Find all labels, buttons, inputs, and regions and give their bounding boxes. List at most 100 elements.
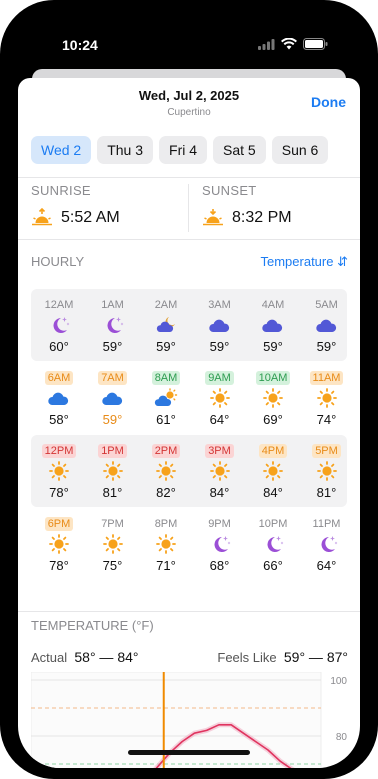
hour-cell[interactable]: 11PM 64° (302, 508, 352, 580)
hour-label: 12PM (41, 444, 77, 458)
divider (18, 611, 360, 612)
hour-temp: 84° (263, 485, 283, 500)
hour-cell[interactable]: 2PM 82° (141, 435, 191, 507)
hour-cell[interactable]: 2AM 59° (141, 289, 191, 361)
hour-label: 7PM (101, 518, 124, 530)
day-chip-fri-4[interactable]: Fri 4 (159, 136, 208, 164)
sun-icon (49, 534, 69, 554)
hour-cell[interactable]: 9PM 68° (195, 508, 245, 580)
hour-temp: 75° (102, 558, 123, 573)
hour-cell[interactable]: 4PM 84° (248, 435, 298, 507)
moon-stars-icon (214, 536, 230, 552)
day-chip-wed-2[interactable]: Wed 2 (31, 136, 92, 164)
screen: 10:24 Wed, Jul 2, 2025 Cupertino Done We… (18, 12, 360, 768)
cloud-sun-icon (154, 388, 178, 406)
sheet-location: Cupertino (167, 107, 211, 118)
hour-cell[interactable]: 7PM 75° (88, 508, 138, 580)
sun-icon (102, 534, 123, 554)
hourly-grid: 12AM 60° 1AM 59° 2AM 59° 3AM 59° 4AM 59° 5AM 59° 6AM… (31, 289, 347, 581)
hour-temp: 82° (156, 485, 176, 500)
sunset-panel: SUNSET 8:32 PM (202, 178, 352, 240)
hour-temp: 59° (209, 339, 230, 354)
hour-label: 11AM (309, 371, 344, 385)
hour-cell[interactable]: 6AM 58° (34, 362, 84, 434)
hour-cell[interactable]: 3PM 84° (195, 435, 245, 507)
hour-cell[interactable]: 7AM 59° (88, 362, 138, 434)
hour-cell[interactable]: 8PM 71° (141, 508, 191, 580)
actual-range-row: Actual 58° — 84° (31, 649, 139, 665)
hour-temp: 69° (263, 412, 283, 427)
cloud-icon-night (315, 319, 336, 332)
hour-cell[interactable]: 8AM 61° (141, 362, 191, 434)
day-chip-sun-6[interactable]: Sun 6 (271, 136, 329, 164)
chart-y-tick: 80 (336, 732, 348, 743)
hour-label: 5PM (312, 444, 341, 458)
moon-stars-icon (107, 317, 123, 333)
hour-cell[interactable]: 5AM 59° (302, 289, 352, 361)
sunset-label: SUNSET (202, 183, 257, 198)
sun-icon (263, 388, 283, 408)
hour-cell[interactable]: 10PM 66° (248, 508, 298, 580)
actual-range: 58° — 84° (74, 649, 139, 665)
hour-label: 3PM (205, 444, 234, 458)
hour-temp: 68° (209, 558, 230, 573)
hour-cell[interactable]: 3AM 59° (195, 289, 245, 361)
sheet-header: Wed, Jul 2, 2025 Cupertino Done (18, 78, 360, 134)
hourly-row: 6AM 58° 7AM 59° 8AM 61° 9AM 64° 10AM 69° 11AM 74° (31, 362, 347, 434)
hour-temp: 84° (209, 485, 230, 500)
moon-stars-icon (53, 317, 70, 333)
hour-cell[interactable]: 5PM 81° (302, 435, 352, 507)
hour-cell[interactable]: 1AM 59° (88, 289, 138, 361)
hour-cell[interactable]: 6PM 78° (34, 508, 84, 580)
sun-icon (49, 461, 69, 481)
sunrise-label: SUNRISE (31, 183, 91, 198)
hour-temp: 81° (316, 485, 337, 500)
hour-label: 8AM (151, 371, 181, 385)
hour-cell[interactable]: 1PM 81° (88, 435, 138, 507)
hourly-row: 12PM 78° 1PM 81° 2PM 82° 3PM 84° 4PM 84° 5PM 81° (31, 435, 347, 507)
sun-icon (316, 461, 337, 481)
hour-cell[interactable]: 12PM 78° (34, 435, 84, 507)
day-chip-sat-5[interactable]: Sat 5 (213, 136, 266, 164)
hourly-row: 12AM 60° 1AM 59° 2AM 59° 3AM 59° 4AM 59° 5AM 59° (31, 289, 347, 361)
hour-label: 10AM (255, 371, 291, 385)
hour-label: 2AM (154, 299, 178, 311)
sheet-date: Wed, Jul 2, 2025 (138, 88, 240, 103)
temperature-section-label: TEMPERATURE (°F) (31, 618, 154, 633)
hour-label: 4PM (258, 444, 288, 458)
sunset-time: 8:32 PM (232, 209, 292, 226)
hour-temp: 81° (102, 485, 123, 500)
day-chip-thu-3[interactable]: Thu 3 (97, 136, 154, 164)
day-picker: Wed 2 Thu 3 Fri 4 Sat 5 Sun 6 (31, 136, 329, 164)
hour-temp: 74° (316, 412, 337, 427)
hour-cell[interactable]: 11AM 74° (302, 362, 352, 434)
hour-cell[interactable]: 12AM 60° (34, 289, 84, 361)
sunset-icon (203, 209, 223, 226)
sun-icon (263, 461, 283, 481)
feels-like-label: Feels Like (217, 650, 277, 665)
hour-temp: 59° (263, 339, 283, 354)
hour-label: 12AM (44, 299, 74, 311)
done-button[interactable]: Done (311, 94, 346, 110)
hour-temp: 78° (49, 485, 69, 500)
hour-temp: 64° (209, 412, 230, 427)
hour-label: 7AM (98, 371, 127, 385)
sunrise-time: 5:52 AM (61, 209, 120, 226)
hour-cell[interactable]: 9AM 64° (195, 362, 245, 434)
hour-temp: 58° (49, 412, 69, 427)
hourly-row: 6PM 78° 7PM 75° 8PM 71° 9PM 68° 10PM 66° 11PM 64° (31, 508, 347, 580)
hour-cell[interactable]: 4AM 59° (248, 289, 298, 361)
hour-label: 1PM (98, 444, 127, 458)
moon-stars-icon (321, 536, 337, 552)
hour-label: 9AM (205, 371, 234, 385)
divider (18, 239, 360, 240)
hour-label: 2PM (151, 444, 181, 458)
hour-temp: 59° (102, 412, 123, 427)
hour-label: 9PM (208, 518, 231, 530)
battery-icon (303, 38, 328, 50)
metric-selector[interactable]: Temperature ⇵ (260, 254, 348, 270)
cloud-icon-night (262, 319, 283, 332)
hour-cell[interactable]: 10AM 69° (248, 362, 298, 434)
hourly-label: HOURLY (31, 254, 85, 269)
hour-temp: 59° (102, 339, 123, 354)
